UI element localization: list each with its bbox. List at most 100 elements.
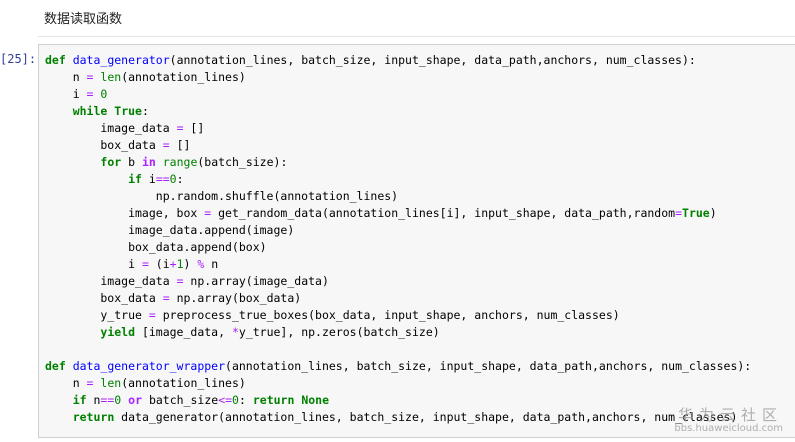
code-token: in	[141, 155, 156, 169]
code-line: yield [image_data, *y_true], np.zeros(ba…	[45, 324, 795, 341]
code-token: (annotation_lines)	[121, 376, 246, 390]
code-line: n = len(annotation_lines)	[45, 375, 795, 392]
markdown-heading: 数据读取函数	[44, 12, 123, 27]
code-token: []	[169, 138, 191, 152]
code-token: while	[72, 104, 108, 118]
code-token: n	[45, 376, 87, 390]
code-token: y_true], np.zeros(batch_size)	[238, 325, 440, 339]
code-token: i	[45, 87, 87, 101]
code-token: (annotation_lines)	[121, 70, 246, 84]
code-line: image_data = np.array(image_data)	[45, 273, 795, 290]
markdown-cell[interactable]: 数据读取函数	[38, 0, 795, 37]
code-token: image, box	[45, 206, 205, 220]
code-token: np.array(image_data)	[183, 274, 329, 288]
code-token: True	[114, 104, 142, 118]
code-token: 0	[169, 172, 177, 186]
code-token: +	[169, 257, 177, 271]
code-line: while True:	[45, 103, 795, 120]
code-line: for b in range(batch_size):	[45, 154, 795, 171]
code-token: n	[86, 393, 101, 407]
code-token: image_data.append(image)	[45, 223, 295, 237]
code-token: ==	[155, 172, 170, 186]
code-token: =	[675, 206, 683, 220]
code-token: return	[252, 393, 295, 407]
code-token: n	[45, 70, 87, 84]
watermark-text: 华为云社区	[677, 406, 783, 424]
code-token: data_generator(annotation_lines, batch_s…	[114, 410, 738, 424]
code-token: ==	[100, 393, 115, 407]
code-token: [image_data,	[135, 325, 232, 339]
code-line: i = (i+1) % n	[45, 256, 795, 273]
code-line: box_data.append(box)	[45, 239, 795, 256]
code-line: image_data.append(image)	[45, 222, 795, 239]
cell-prompt: [25]:	[0, 52, 37, 66]
code-token: n	[204, 257, 219, 271]
code-token: def	[45, 359, 73, 373]
code-token: get_random_data(annotation_lines[i], inp…	[211, 206, 676, 220]
code-line: if i==0:	[45, 171, 795, 188]
code-line: def data_generator(annotation_lines, bat…	[45, 52, 795, 69]
code-line: y_true = preprocess_true_boxes(box_data,…	[45, 307, 795, 324]
code-token: 1	[176, 257, 184, 271]
code-token: np.array(box_data)	[169, 291, 302, 305]
code-token: =	[148, 308, 156, 322]
code-token: (annotation_lines, batch_size, input_sha…	[225, 359, 752, 373]
code-token: )	[709, 206, 717, 220]
code-token: :	[176, 172, 184, 186]
code-token: :	[238, 393, 253, 407]
code-token: (batch_size):	[197, 155, 288, 169]
code-token: box_data.append(box)	[45, 240, 267, 254]
code-token: box_data	[45, 291, 163, 305]
code-token: 0	[232, 393, 239, 407]
code-line: ​	[45, 341, 795, 358]
code-token: []	[183, 121, 205, 135]
code-editor[interactable]: def data_generator(annotation_lines, bat…	[39, 45, 795, 426]
code-line: i = 0	[45, 86, 795, 103]
code-token: box_data	[45, 138, 163, 152]
code-token: np.random.shuffle(annotation_lines)	[45, 189, 399, 203]
watermark: 华为云社区 bbs.huaweicloud.com	[674, 404, 783, 434]
code-token: *	[231, 325, 239, 339]
code-cell[interactable]: def data_generator(annotation_lines, bat…	[38, 44, 795, 438]
code-line: n = len(annotation_lines)	[45, 69, 795, 86]
code-token: len	[100, 70, 122, 84]
code-token: )	[183, 257, 198, 271]
code-line: box_data = []	[45, 137, 795, 154]
code-token: range	[162, 155, 198, 169]
code-line: np.random.shuffle(annotation_lines)	[45, 188, 795, 205]
code-token: image_data	[45, 121, 177, 135]
code-token: data_generator	[72, 53, 170, 67]
code-token: def	[45, 53, 73, 67]
code-token: or	[128, 393, 143, 407]
code-token: image_data	[45, 274, 177, 288]
code-token: if	[72, 393, 87, 407]
code-token: 0	[100, 87, 108, 101]
code-token: =	[162, 138, 170, 152]
code-token: i	[141, 172, 156, 186]
code-token: for	[100, 155, 122, 169]
code-token: preprocess_true_boxes(box_data, input_sh…	[155, 308, 620, 322]
code-token: b	[121, 155, 142, 169]
code-token: data_generator_wrapper	[72, 359, 226, 373]
code-token: (i	[148, 257, 170, 271]
code-token: None	[301, 393, 330, 407]
code-token: yield	[100, 325, 136, 339]
code-token: return	[72, 410, 115, 424]
code-token: True	[682, 206, 710, 220]
code-token: y_true	[45, 308, 149, 322]
code-token: len	[100, 376, 122, 390]
code-line: image_data = []	[45, 120, 795, 137]
watermark-url: bbs.huaweicloud.com	[674, 423, 783, 434]
code-token: i	[45, 257, 142, 271]
code-token: batch_size	[142, 393, 219, 407]
code-token: <=	[218, 393, 233, 407]
code-line: image, box = get_random_data(annotation_…	[45, 205, 795, 222]
code-token: =	[176, 274, 184, 288]
code-token: (annotation_lines, batch_size, input_sha…	[169, 53, 696, 67]
code-token: =	[176, 121, 184, 135]
code-line: box_data = np.array(box_data)	[45, 290, 795, 307]
